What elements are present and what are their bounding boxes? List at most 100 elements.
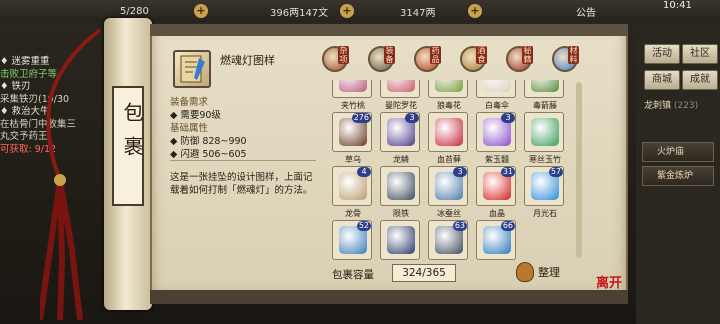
tab-label: 秘籍 [522,46,533,64]
purple-gold-furnace-button[interactable]: 紫金炼炉 [642,166,714,186]
item-name-label: 月光石 [533,209,557,218]
inventory-slot[interactable]: 3 龙鳞 [380,112,420,164]
item-detail: 装备需求 ◆ 需要90级 基础属性 ◆ 防御 828~990 ◆ 闪避 506~… [170,96,320,197]
item-count: 63 [452,221,467,231]
inventory-slot[interactable]: 血苔藓 [428,112,468,164]
requirement-level: ◆ 需要90级 [170,110,221,121]
item-count: 3 [501,113,515,123]
inventory-slot[interactable]: 曼陀罗花 [380,80,420,110]
inventory-slot[interactable]: 66黄金石 [476,220,516,260]
category-tabs: 杂项 装备 药品 酒食 秘籍 材料 [320,44,590,80]
inventory-slot[interactable]: 3 冰蚕丝 [428,166,468,218]
sort-bag-icon[interactable] [516,262,534,282]
tab-label: 装备 [384,46,395,64]
item-icon [435,80,463,92]
item-icon [531,80,559,92]
inventory-slot[interactable]: 白毒伞 [476,80,516,110]
tab-category[interactable]: 杂项 [320,44,352,80]
item-name-label: 狼毒花 [437,101,461,110]
furnace-temple-button[interactable]: 火炉庙 [642,142,714,162]
panel-top-strip [150,24,628,36]
item-name-label: 草乌 [345,155,361,164]
copper-amount: 396两147文 [270,7,329,19]
tab-label: 材料 [568,46,579,64]
capacity-label: 包裹容量 [332,269,374,281]
inventory-slot[interactable]: 31 血晶 [476,166,516,218]
scroll-roll: 包裹 [104,18,152,310]
item-icon [387,80,415,92]
leave-stamp[interactable]: 离开 [596,272,622,291]
tab-category[interactable]: 装备 [366,44,398,80]
inventory-slot[interactable]: 4 龙骨 [332,166,372,218]
tab-label: 酒食 [476,46,487,64]
item-count: 66 [500,221,515,231]
item-count: 3 [405,113,419,123]
inventory-slot[interactable]: 276 草乌 [332,112,372,164]
achievement-button[interactable]: 成就 [682,70,718,90]
item-name: 燃魂灯图样 [220,54,275,67]
panel-bottom-strip [150,290,628,304]
item-name-label: 冰蚕丝 [437,209,461,218]
right-side-menu: 活动 社区 商城 成就 龙刺镇 (223) 火炉庙 紫金炼炉 [636,36,720,324]
tab-category[interactable]: 秘籍 [504,44,536,80]
inventory-slot[interactable]: 毒箭藤 [524,80,564,110]
shop-button[interactable]: 商城 [644,70,680,90]
item-name-label: 血苔藓 [437,155,461,164]
item-count: 57 [548,167,563,177]
inventory-slot[interactable]: 七星岩 [380,220,420,260]
tab-category[interactable]: 材料 [550,44,582,80]
item-name-label: 龙骨 [345,209,361,218]
item-icon [387,172,415,200]
item-count: 31 [500,167,515,177]
inventory-slot[interactable]: 寒丝玉竹 [524,112,564,164]
capacity-value: 324/365 [392,264,456,282]
notice-button[interactable]: 公告 [576,4,596,19]
sort-button[interactable]: 整理 [538,264,560,280]
attribute-title: 基础属性 [170,123,209,134]
item-icon [339,80,367,92]
defense-range: ◆ 防御 828~990 [170,136,247,147]
inventory-slot[interactable]: 3 紫玉髓 [476,112,516,164]
blueprint-item-icon[interactable] [173,50,211,88]
item-count: 3 [453,167,467,177]
inventory-slot[interactable]: 63黑玉晶 [428,220,468,260]
item-count: 52 [356,221,371,231]
gold-amount: 3147两 [400,7,436,19]
item-name-label: 寒丝玉竹 [529,155,561,164]
item-name-label: 夹竹桃 [341,101,365,110]
inventory-slot[interactable]: 夹竹桃 [332,80,372,110]
inventory-title: 包裹 [120,102,144,170]
inventory-grid: 夹竹桃 曼陀罗花 狼毒花 白毒伞 毒箭藤 276 草乌 3 龙鳞 血苔藓 3 紫玉髓 寒丝玉竹 4 龙骨 陨铁… [328,80,574,260]
level-progress: 5/280 [120,5,149,17]
item-description: 这是一张挂坠的设计图样，上面记载着如何打制「燃魂灯」的方法。 [170,172,313,196]
community-button[interactable]: 社区 [682,44,718,64]
item-name-label: 陨铁 [393,209,409,218]
inventory-slot[interactable]: 57 月光石 [524,166,564,218]
item-icon [435,118,463,146]
item-name-label: 白毒伞 [485,101,509,110]
item-name-label: 毒箭藤 [533,101,557,110]
inventory-slot[interactable]: 52风雷珠 [332,220,372,260]
activity-button[interactable]: 活动 [644,44,680,64]
item-icon [483,80,511,92]
add-coins-plus-icon[interactable]: + [340,4,354,18]
item-name-label: 龙鳞 [393,155,409,164]
inventory-slot[interactable]: 狼毒花 [428,80,468,110]
tab-category[interactable]: 药品 [412,44,444,80]
item-count: 276 [351,113,371,123]
add-gold-plus-icon[interactable]: + [468,4,482,18]
item-name-label: 血晶 [489,209,505,218]
inventory-scrollbar[interactable] [576,82,582,258]
inventory-slot[interactable]: 陨铁 [380,166,420,218]
item-name-label: 紫玉髓 [485,155,509,164]
tab-label: 药品 [430,46,441,64]
tab-category[interactable]: 酒食 [458,44,490,80]
detail-divider [170,160,316,161]
item-icon [387,226,415,254]
tab-label: 杂项 [338,46,349,64]
location-name: 龙刺镇 [644,101,672,111]
clock-time: 10:41 [663,0,692,11]
add-plus-icon[interactable]: + [194,4,208,18]
item-icon [531,118,559,146]
item-name-label: 曼陀罗花 [385,101,417,110]
